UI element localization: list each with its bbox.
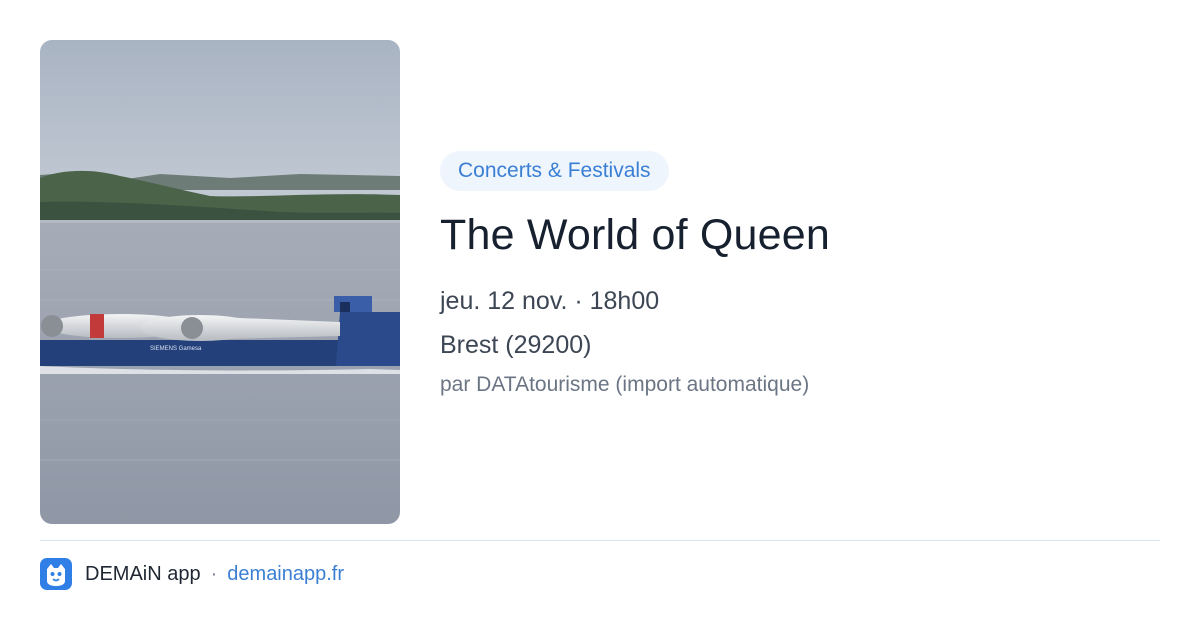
event-source: par DATAtourisme (import automatique): [440, 373, 810, 396]
footer: DEMAiN app · demainapp.fr: [40, 558, 344, 590]
svg-text:SIEMENS Gamesa: SIEMENS Gamesa: [150, 346, 202, 352]
event-info: Concerts & Festivals The World of Queen …: [440, 151, 1160, 399]
brand-name: DEMAiN app: [85, 562, 201, 585]
demain-app-logo-icon: [40, 558, 72, 590]
site-link[interactable]: demainapp.fr: [227, 563, 344, 586]
event-photo: SIEMENS Gamesa: [40, 40, 400, 524]
divider: [40, 540, 1160, 541]
event-location: Brest (29200): [440, 331, 592, 359]
category-tag[interactable]: Concerts & Festivals: [440, 151, 669, 191]
event-datetime: jeu. 12 nov. · 18h00: [440, 287, 660, 315]
event-title: The World of Queen: [440, 211, 831, 259]
footer-separator: ·: [210, 562, 218, 585]
